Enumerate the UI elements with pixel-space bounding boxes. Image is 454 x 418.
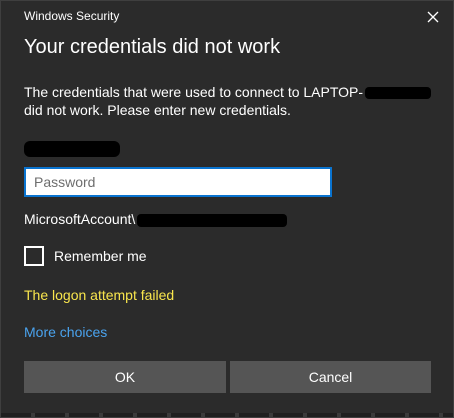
- close-button[interactable]: [421, 5, 445, 29]
- more-choices-link[interactable]: More choices: [24, 324, 107, 340]
- description-text-end: did not work. Please enter new credentia…: [24, 102, 291, 118]
- dialog-heading: Your credentials did not work: [24, 36, 281, 58]
- redacted-hostname: [365, 87, 432, 100]
- redacted-account: [137, 213, 288, 227]
- ok-button[interactable]: OK: [24, 361, 226, 393]
- dialog-description: The credentials that were used to connec…: [24, 83, 434, 119]
- taskbar-edge: [1, 413, 453, 417]
- checkbox-box[interactable]: [24, 246, 44, 266]
- password-input[interactable]: [24, 167, 332, 197]
- credentials-dialog: Windows Security Your credentials did no…: [0, 0, 454, 418]
- cancel-button[interactable]: Cancel: [230, 361, 431, 393]
- remember-me-label: Remember me: [54, 248, 147, 264]
- account-line: MicrosoftAccount\: [24, 211, 288, 227]
- close-icon: [427, 11, 439, 23]
- remember-me-checkbox[interactable]: Remember me: [24, 246, 147, 266]
- redacted-username: [24, 141, 120, 157]
- error-message: The logon attempt failed: [24, 287, 175, 303]
- description-text: The credentials that were used to connec…: [24, 84, 364, 100]
- window-title: Windows Security: [24, 9, 120, 23]
- account-prefix: MicrosoftAccount\: [24, 211, 136, 227]
